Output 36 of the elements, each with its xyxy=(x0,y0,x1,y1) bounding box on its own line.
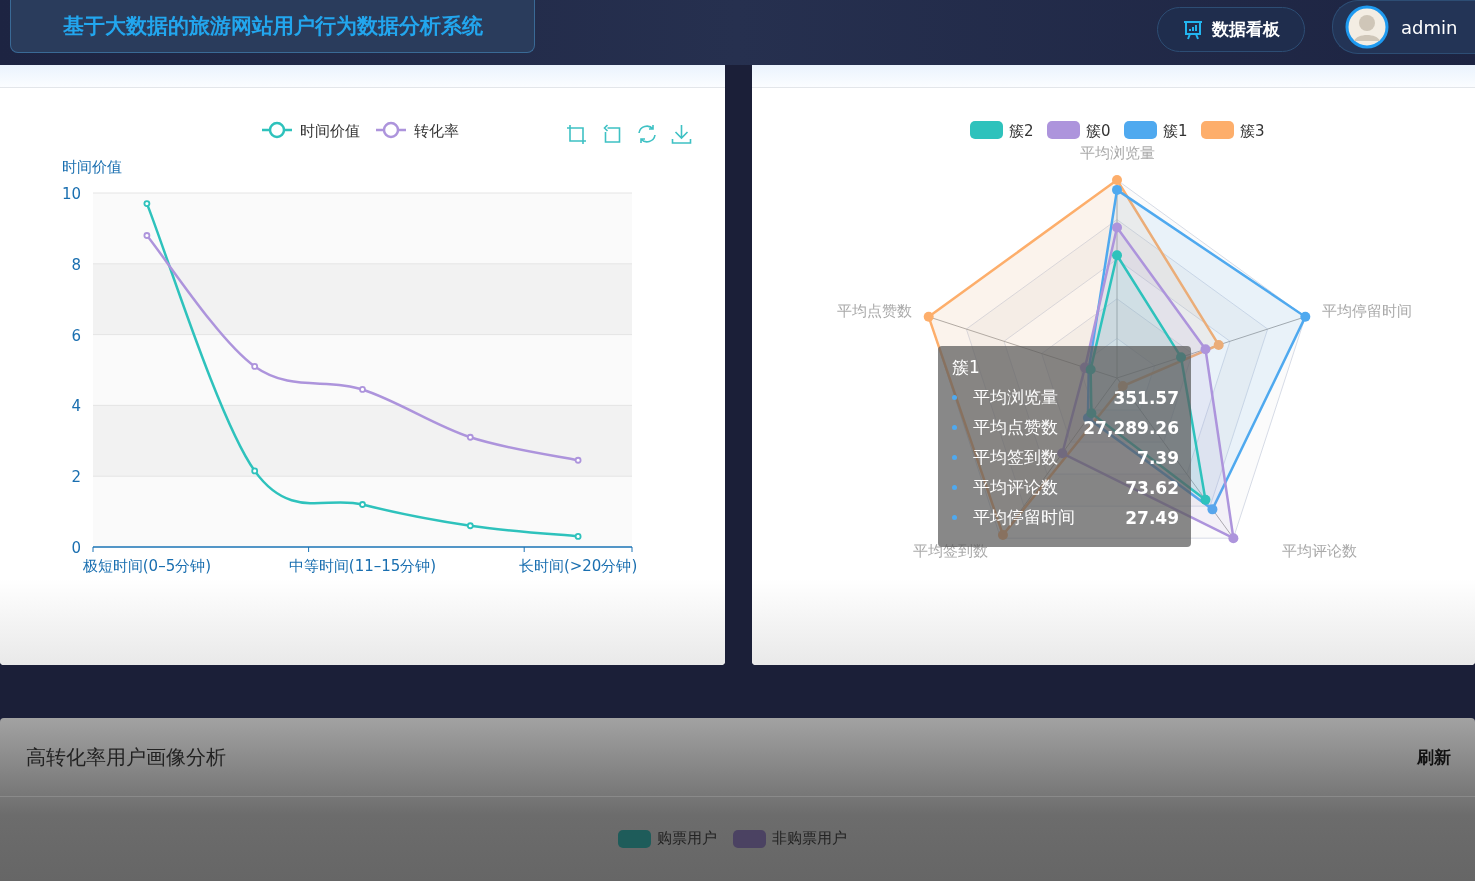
tooltip-title: 簇1 xyxy=(952,356,981,379)
axis-label: 平均点赞数 xyxy=(837,302,912,320)
x-axis-label: 极短时间(0–5分钟) xyxy=(82,557,212,575)
x-axis-label: 中等时间(11–15分钟) xyxy=(288,557,437,575)
tooltip-label: 平均停留时间 xyxy=(973,506,1076,529)
legend-label: 非购票用户 xyxy=(772,829,847,848)
x-axis-label: 长时间(>20分钟) xyxy=(518,557,638,575)
tooltip-label: 平均签到数 xyxy=(973,446,1059,469)
tooltip-value: 7.39 xyxy=(1137,447,1179,468)
y-axis-title: 时间价值 xyxy=(62,158,122,176)
axis-label: 平均停留时间 xyxy=(1322,302,1412,320)
y-axis-label: 4 xyxy=(71,397,81,416)
system-title: 基于大数据的旅游网站用户行为数据分析系统 xyxy=(10,0,535,53)
tooltip-label: 平均点赞数 xyxy=(973,416,1059,439)
axis-label: 平均签到数 xyxy=(912,542,988,560)
legend-label: 簇0 xyxy=(1086,122,1111,140)
axis-label: 平均评论数 xyxy=(1282,542,1357,560)
tooltip-value: 27.49 xyxy=(1125,507,1179,528)
axis-label: 平均浏览量 xyxy=(1079,144,1155,162)
tooltip-value: 27,289.26 xyxy=(1083,417,1179,438)
tooltip-value: 73.62 xyxy=(1125,477,1179,498)
y-axis-label: 8 xyxy=(71,255,81,274)
tooltip-label: 平均评论数 xyxy=(973,476,1059,499)
y-axis-label: 0 xyxy=(71,539,81,557)
legend-label: 时间价值 xyxy=(300,122,360,140)
legend-label: 购票用户 xyxy=(657,829,717,848)
legend-label: 簇3 xyxy=(1240,122,1265,140)
tooltip-value: 351.57 xyxy=(1113,387,1179,408)
y-axis-label: 6 xyxy=(71,326,81,345)
legend-label: 簇2 xyxy=(1009,122,1034,140)
tooltip-label: 平均浏览量 xyxy=(973,386,1059,409)
panel-title: 高转化率用户画像分析 xyxy=(26,743,226,771)
y-axis-label: 10 xyxy=(61,185,81,203)
y-axis-label: 2 xyxy=(71,468,81,487)
legend-label: 转化率 xyxy=(414,122,459,140)
legend-label: 簇1 xyxy=(1163,122,1188,140)
